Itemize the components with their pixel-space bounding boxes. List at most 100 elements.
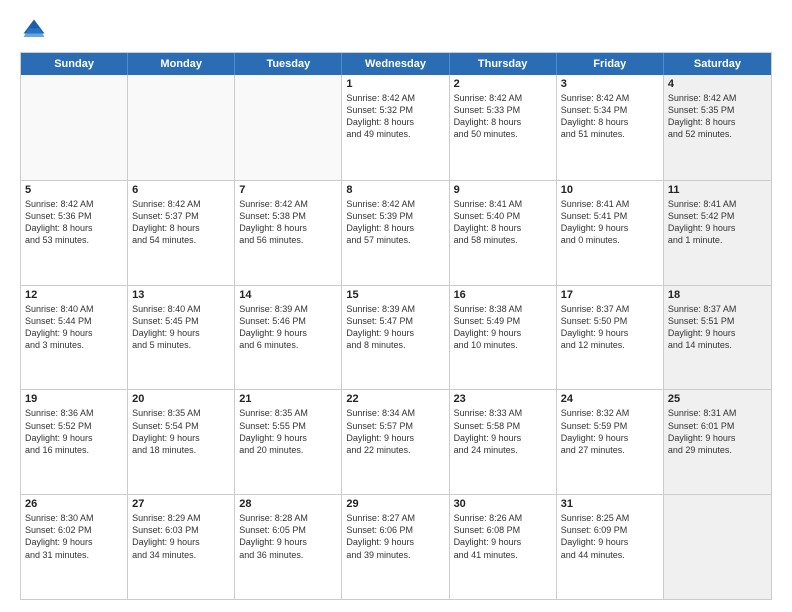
day-info: Sunrise: 8:30 AM Sunset: 6:02 PM Dayligh…: [25, 512, 123, 561]
day-info: Sunrise: 8:35 AM Sunset: 5:55 PM Dayligh…: [239, 407, 337, 456]
calendar-day-2: 2 Sunrise: 8:42 AM Sunset: 5:33 PM Daylig…: [450, 75, 557, 180]
calendar-week-3: 12 Sunrise: 8:40 AM Sunset: 5:44 PM Dayli…: [21, 285, 771, 390]
calendar-day-17: 17 Sunrise: 8:37 AM Sunset: 5:50 PM Dayli…: [557, 286, 664, 390]
day-number: 1: [346, 78, 444, 90]
day-number: 27: [132, 498, 230, 510]
calendar-day-31: 31 Sunrise: 8:25 AM Sunset: 6:09 PM Dayli…: [557, 495, 664, 599]
day-number: 10: [561, 184, 659, 196]
calendar-day-21: 21 Sunrise: 8:35 AM Sunset: 5:55 PM Dayli…: [235, 390, 342, 494]
day-number: 20: [132, 393, 230, 405]
day-number: 13: [132, 289, 230, 301]
calendar-day-27: 27 Sunrise: 8:29 AM Sunset: 6:03 PM Dayli…: [128, 495, 235, 599]
calendar-day-9: 9 Sunrise: 8:41 AM Sunset: 5:40 PM Daylig…: [450, 181, 557, 285]
calendar-day-3: 3Sunrise: 8:42 AM Sunset: 5:34 PM Daylig…: [557, 75, 664, 180]
day-number: 18: [668, 289, 767, 301]
day-info: Sunrise: 8:39 AM Sunset: 5:47 PM Dayligh…: [346, 303, 444, 352]
weekday-header-thursday: Thursday: [450, 53, 557, 75]
day-info: Sunrise: 8:42 AM Sunset: 5:39 PM Dayligh…: [346, 198, 444, 247]
day-number: 28: [239, 498, 337, 510]
day-number: 12: [25, 289, 123, 301]
calendar-day-29: 29Sunrise: 8:27 AM Sunset: 6:06 PM Dayli…: [342, 495, 449, 599]
calendar-day-5: 5Sunrise: 8:42 AM Sunset: 5:36 PM Daylig…: [21, 181, 128, 285]
day-number: 21: [239, 393, 337, 405]
calendar-day-23: 23 Sunrise: 8:33 AM Sunset: 5:58 PM Dayli…: [450, 390, 557, 494]
day-info: Sunrise: 8:26 AM Sunset: 6:08 PM Dayligh…: [454, 512, 552, 561]
calendar-day-19: 19 Sunrise: 8:36 AM Sunset: 5:52 PM Dayli…: [21, 390, 128, 494]
logo-icon: [20, 16, 48, 44]
day-info: Sunrise: 8:42 AM Sunset: 5:35 PM Dayligh…: [668, 92, 767, 141]
calendar-week-5: 26Sunrise: 8:30 AM Sunset: 6:02 PM Dayli…: [21, 494, 771, 599]
day-info: Sunrise: 8:42 AM Sunset: 5:32 PM Dayligh…: [346, 92, 444, 141]
calendar-day-15: 15 Sunrise: 8:39 AM Sunset: 5:47 PM Dayli…: [342, 286, 449, 390]
calendar-day-empty: [128, 75, 235, 180]
calendar-week-1: 1 Sunrise: 8:42 AM Sunset: 5:32 PM Daylig…: [21, 75, 771, 180]
calendar: SundayMondayTuesdayWednesdayThursdayFrid…: [20, 52, 772, 600]
day-number: 8: [346, 184, 444, 196]
day-number: 17: [561, 289, 659, 301]
day-info: Sunrise: 8:42 AM Sunset: 5:38 PM Dayligh…: [239, 198, 337, 247]
weekday-header-wednesday: Wednesday: [342, 53, 449, 75]
day-number: 5: [25, 184, 123, 196]
day-info: Sunrise: 8:32 AM Sunset: 5:59 PM Dayligh…: [561, 407, 659, 456]
weekday-header-tuesday: Tuesday: [235, 53, 342, 75]
day-number: 4: [668, 78, 767, 90]
day-info: Sunrise: 8:31 AM Sunset: 6:01 PM Dayligh…: [668, 407, 767, 456]
calendar-body: 1 Sunrise: 8:42 AM Sunset: 5:32 PM Daylig…: [21, 75, 771, 599]
calendar-day-24: 24 Sunrise: 8:32 AM Sunset: 5:59 PM Dayli…: [557, 390, 664, 494]
day-number: 15: [346, 289, 444, 301]
day-info: Sunrise: 8:39 AM Sunset: 5:46 PM Dayligh…: [239, 303, 337, 352]
day-info: Sunrise: 8:42 AM Sunset: 5:37 PM Dayligh…: [132, 198, 230, 247]
day-info: Sunrise: 8:27 AM Sunset: 6:06 PM Dayligh…: [346, 512, 444, 561]
day-info: Sunrise: 8:25 AM Sunset: 6:09 PM Dayligh…: [561, 512, 659, 561]
calendar-week-2: 5Sunrise: 8:42 AM Sunset: 5:36 PM Daylig…: [21, 180, 771, 285]
day-number: 3: [561, 78, 659, 90]
day-info: Sunrise: 8:36 AM Sunset: 5:52 PM Dayligh…: [25, 407, 123, 456]
header: [20, 16, 772, 44]
calendar-day-18: 18 Sunrise: 8:37 AM Sunset: 5:51 PM Dayli…: [664, 286, 771, 390]
day-info: Sunrise: 8:40 AM Sunset: 5:44 PM Dayligh…: [25, 303, 123, 352]
day-number: 19: [25, 393, 123, 405]
calendar-day-22: 22Sunrise: 8:34 AM Sunset: 5:57 PM Dayli…: [342, 390, 449, 494]
day-number: 2: [454, 78, 552, 90]
day-info: Sunrise: 8:38 AM Sunset: 5:49 PM Dayligh…: [454, 303, 552, 352]
day-info: Sunrise: 8:28 AM Sunset: 6:05 PM Dayligh…: [239, 512, 337, 561]
calendar-day-11: 11Sunrise: 8:41 AM Sunset: 5:42 PM Dayli…: [664, 181, 771, 285]
weekday-header-friday: Friday: [557, 53, 664, 75]
calendar-day-28: 28 Sunrise: 8:28 AM Sunset: 6:05 PM Dayli…: [235, 495, 342, 599]
calendar-day-6: 6 Sunrise: 8:42 AM Sunset: 5:37 PM Daylig…: [128, 181, 235, 285]
day-number: 23: [454, 393, 552, 405]
day-info: Sunrise: 8:29 AM Sunset: 6:03 PM Dayligh…: [132, 512, 230, 561]
day-number: 9: [454, 184, 552, 196]
day-number: 6: [132, 184, 230, 196]
day-info: Sunrise: 8:41 AM Sunset: 5:40 PM Dayligh…: [454, 198, 552, 247]
day-number: 30: [454, 498, 552, 510]
calendar-day-20: 20Sunrise: 8:35 AM Sunset: 5:54 PM Dayli…: [128, 390, 235, 494]
calendar-day-empty: [235, 75, 342, 180]
day-number: 7: [239, 184, 337, 196]
day-info: Sunrise: 8:41 AM Sunset: 5:41 PM Dayligh…: [561, 198, 659, 247]
day-number: 22: [346, 393, 444, 405]
calendar-day-16: 16 Sunrise: 8:38 AM Sunset: 5:49 PM Dayli…: [450, 286, 557, 390]
day-number: 14: [239, 289, 337, 301]
day-info: Sunrise: 8:37 AM Sunset: 5:50 PM Dayligh…: [561, 303, 659, 352]
calendar-day-empty: [664, 495, 771, 599]
logo: [20, 16, 52, 44]
day-info: Sunrise: 8:41 AM Sunset: 5:42 PM Dayligh…: [668, 198, 767, 247]
calendar-day-14: 14 Sunrise: 8:39 AM Sunset: 5:46 PM Dayli…: [235, 286, 342, 390]
calendar-day-8: 8 Sunrise: 8:42 AM Sunset: 5:39 PM Daylig…: [342, 181, 449, 285]
day-number: 31: [561, 498, 659, 510]
calendar-day-1: 1 Sunrise: 8:42 AM Sunset: 5:32 PM Daylig…: [342, 75, 449, 180]
day-number: 16: [454, 289, 552, 301]
day-info: Sunrise: 8:37 AM Sunset: 5:51 PM Dayligh…: [668, 303, 767, 352]
day-info: Sunrise: 8:40 AM Sunset: 5:45 PM Dayligh…: [132, 303, 230, 352]
weekday-header-monday: Monday: [128, 53, 235, 75]
day-info: Sunrise: 8:42 AM Sunset: 5:33 PM Dayligh…: [454, 92, 552, 141]
weekday-header-sunday: Sunday: [21, 53, 128, 75]
day-number: 24: [561, 393, 659, 405]
day-info: Sunrise: 8:33 AM Sunset: 5:58 PM Dayligh…: [454, 407, 552, 456]
calendar-day-30: 30 Sunrise: 8:26 AM Sunset: 6:08 PM Dayli…: [450, 495, 557, 599]
calendar-header: SundayMondayTuesdayWednesdayThursdayFrid…: [21, 53, 771, 75]
calendar-day-26: 26Sunrise: 8:30 AM Sunset: 6:02 PM Dayli…: [21, 495, 128, 599]
calendar-day-10: 10 Sunrise: 8:41 AM Sunset: 5:41 PM Dayli…: [557, 181, 664, 285]
day-number: 25: [668, 393, 767, 405]
